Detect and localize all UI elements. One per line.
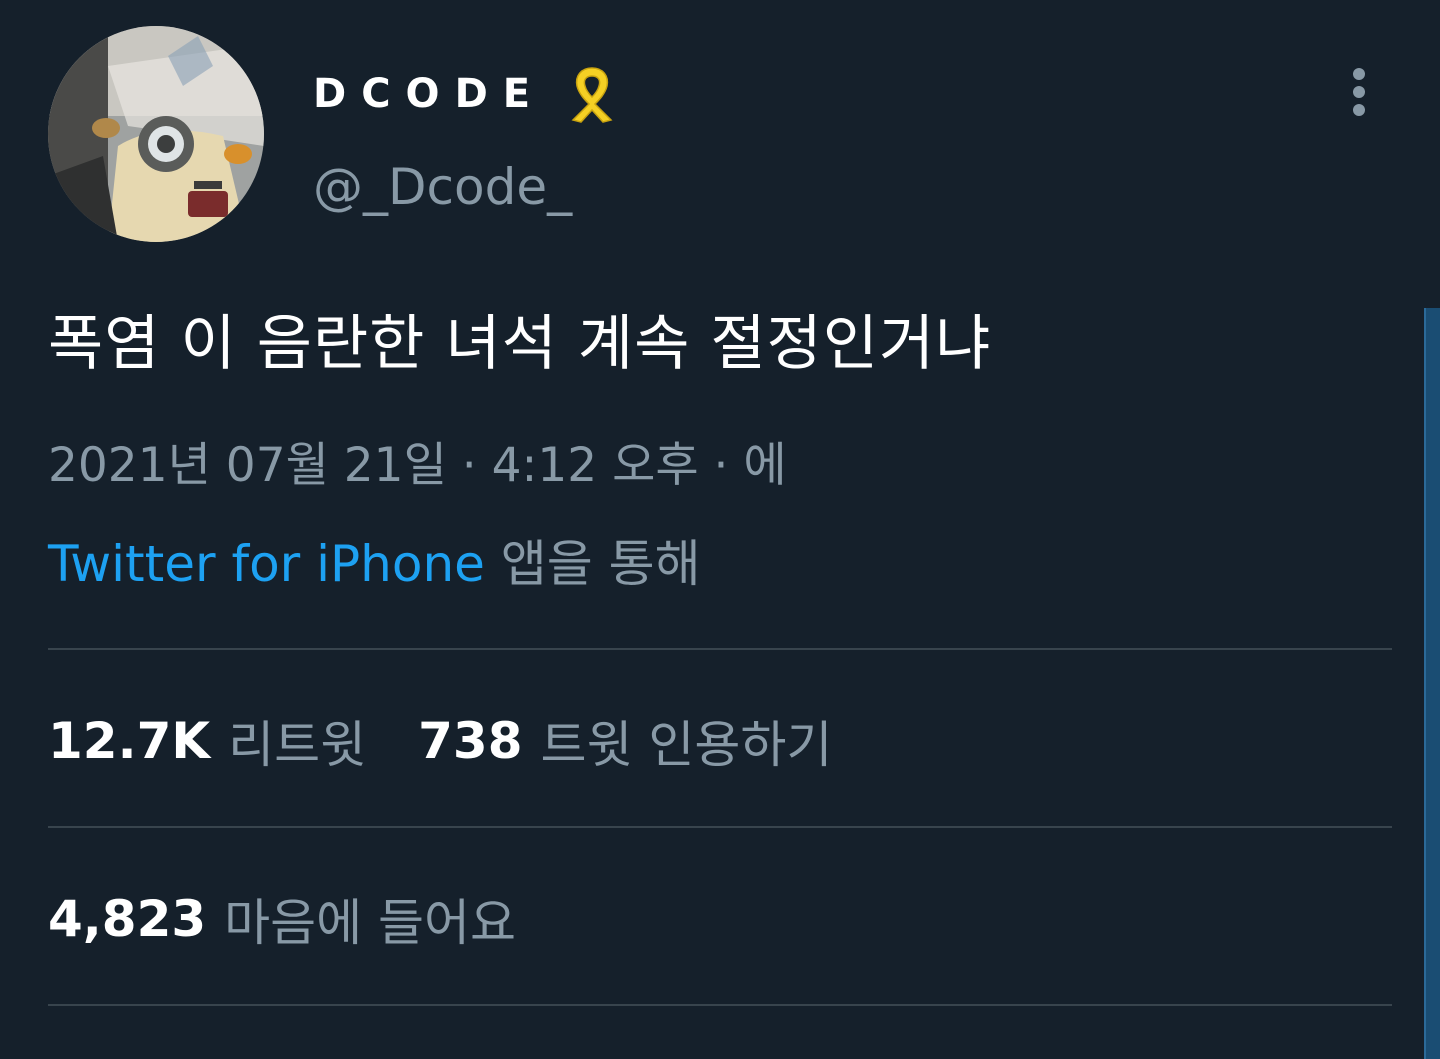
likes-stat[interactable]: 4,823 마음에 들어요: [48, 883, 516, 955]
likes-label: 마음에 들어요: [224, 894, 517, 952]
quotes-label: 트윗 인용하기: [540, 716, 833, 774]
retweets-label: 리트윗: [228, 716, 367, 774]
tweet-source: Twitter for iPhone 앱을 통해: [48, 528, 701, 600]
vertical-ellipsis-icon-dot: [1353, 104, 1365, 116]
retweet-stats-row: 12.7K 리트윗 738 트윗 인용하기: [48, 705, 832, 777]
avatar[interactable]: [48, 26, 264, 242]
divider: [48, 1004, 1392, 1006]
display-name[interactable]: DCODE: [313, 64, 625, 124]
vertical-ellipsis-icon-dot: [1353, 86, 1365, 98]
retweets-count: 12.7K: [48, 712, 211, 770]
divider: [48, 648, 1392, 650]
quotes-count: 738: [418, 712, 523, 770]
tweet-timestamp[interactable]: 2021년 07월 21일 · 4:12 오후 · 에: [48, 430, 787, 502]
source-suffix: 앱을 통해: [484, 535, 701, 593]
vertical-ellipsis-icon: [1353, 68, 1365, 80]
likes-count: 4,823: [48, 890, 207, 948]
user-handle[interactable]: @_Dcode_: [313, 155, 572, 219]
retweets-stat[interactable]: 12.7K 리트윗: [48, 705, 366, 777]
tweet-text: 폭염 이 음란한 녀석 계속 절정인거냐: [48, 309, 992, 379]
display-name-text: DCODE: [313, 71, 546, 117]
quotes-stat[interactable]: 738 트윗 인용하기: [418, 705, 832, 777]
avatar-motorcycle-photo: [48, 26, 264, 242]
yellow-ribbon-icon: [559, 64, 625, 124]
more-options-button[interactable]: [1336, 62, 1382, 122]
likes-stats-row: 4,823 마음에 들어요: [48, 883, 516, 955]
source-link[interactable]: Twitter for iPhone: [48, 535, 485, 593]
divider: [48, 826, 1392, 828]
scrollbar[interactable]: [1424, 308, 1440, 1059]
